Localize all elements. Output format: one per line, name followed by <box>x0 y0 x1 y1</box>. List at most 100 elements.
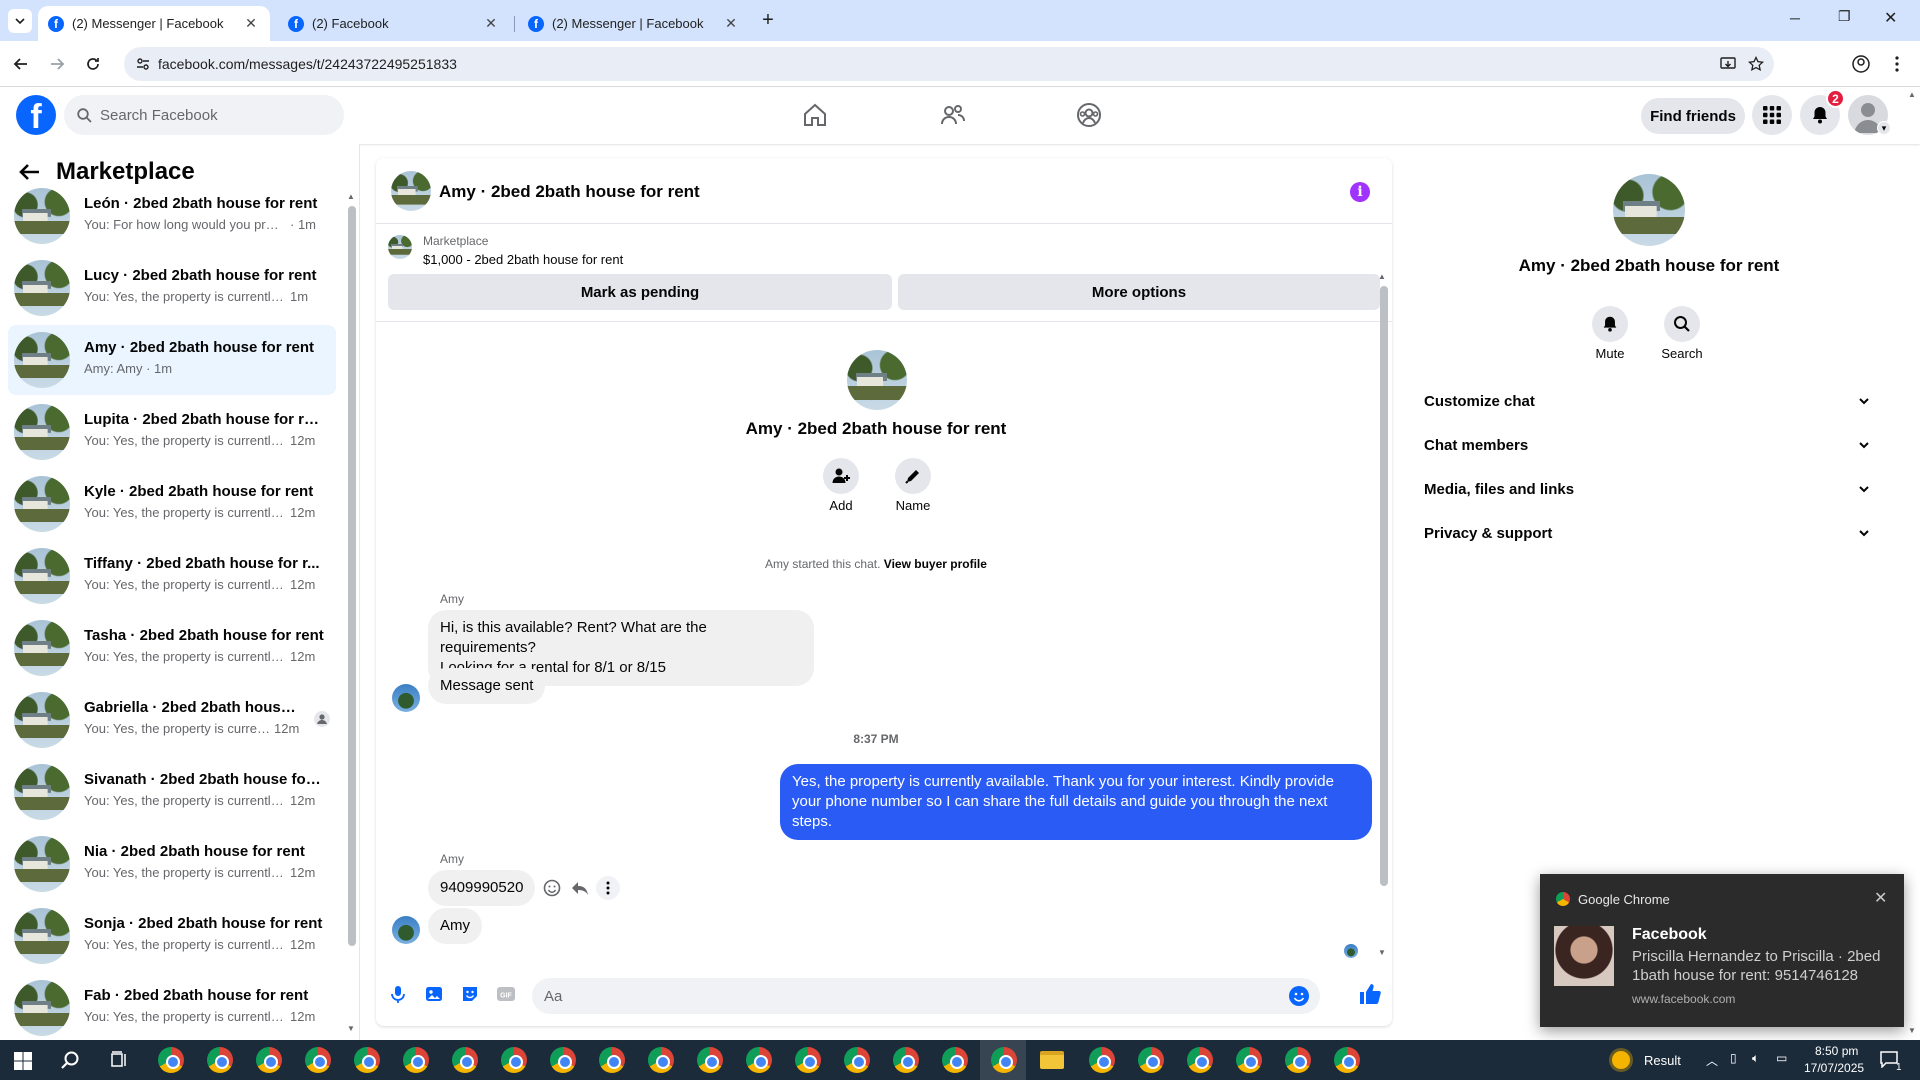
forward-button[interactable] <box>44 51 70 77</box>
groups-nav-button[interactable] <box>1069 95 1109 135</box>
task-view-button[interactable] <box>110 1051 130 1071</box>
chrome-taskbar-icon[interactable] <box>893 1047 919 1073</box>
chat-item[interactable]: Tiffany · 2bed 2bath house for r... You:… <box>8 541 336 611</box>
message-bubble-received[interactable]: Message sent <box>428 668 546 704</box>
chrome-taskbar-icon[interactable] <box>599 1047 625 1073</box>
chat-item[interactable]: Kyle · 2bed 2bath house for rent You: Ye… <box>8 469 336 539</box>
new-tab-button[interactable]: + <box>756 8 780 32</box>
sender-avatar[interactable] <box>392 916 420 944</box>
scroll-up-arrow-icon[interactable]: ▲ <box>347 192 355 201</box>
message-scrollbar[interactable] <box>1380 286 1388 886</box>
start-button[interactable] <box>14 1052 32 1070</box>
volume-icon[interactable]: 🔈︎ <box>1752 1051 1759 1066</box>
message-bubble-received[interactable]: Amy <box>428 908 482 944</box>
bookmark-star-icon[interactable] <box>1748 56 1764 72</box>
listing-title[interactable]: $1,000 - 2bed 2bath house for rent <box>423 252 623 267</box>
mark-as-pending-button[interactable]: Mark as pending <box>388 274 892 310</box>
tray-device-icon[interactable]: ▯ <box>1730 1051 1737 1065</box>
edit-name-button[interactable] <box>895 458 931 494</box>
chrome-taskbar-icon[interactable] <box>354 1047 380 1073</box>
sticker-button[interactable] <box>460 984 482 1006</box>
tray-chevron-icon[interactable]: ︿ <box>1706 1052 1718 1069</box>
media-files-links-section[interactable]: Media, files and links <box>1424 469 1870 509</box>
chat-item[interactable]: Sonja · 2bed 2bath house for rent You: Y… <box>8 901 336 971</box>
scroll-down-arrow-icon[interactable]: ▼ <box>1378 948 1386 957</box>
chat-item[interactable]: Tasha · 2bed 2bath house for rent You: Y… <box>8 613 336 683</box>
chrome-taskbar-icon[interactable] <box>942 1047 968 1073</box>
info-avatar[interactable] <box>1613 174 1685 246</box>
chat-item[interactable]: Fab · 2bed 2bath house for rent You: Yes… <box>8 973 336 1037</box>
more-options-button[interactable]: More options <box>898 274 1380 310</box>
back-button[interactable] <box>8 51 34 77</box>
home-nav-button[interactable] <box>795 95 835 135</box>
chrome-notification[interactable]: Google Chrome ✕ Facebook Priscilla Herna… <box>1540 874 1904 1027</box>
chat-item[interactable]: León · 2bed 2bath house for rent You: Fo… <box>8 181 336 251</box>
scroll-up-arrow-icon[interactable]: ▲ <box>1378 272 1386 281</box>
react-button[interactable] <box>542 878 564 900</box>
url-field[interactable]: facebook.com/messages/t/2424372249525183… <box>124 47 1774 81</box>
chrome-taskbar-icon[interactable] <box>256 1047 282 1073</box>
message-bubble-received[interactable]: 9409990520 <box>428 870 536 906</box>
chrome-taskbar-icon[interactable] <box>1285 1047 1311 1073</box>
facebook-search-input[interactable]: Search Facebook <box>64 95 344 135</box>
gif-button[interactable]: GIF <box>496 984 518 1006</box>
chrome-taskbar-icon[interactable] <box>795 1047 821 1073</box>
privacy-support-section[interactable]: Privacy & support <box>1424 513 1870 553</box>
customize-chat-section[interactable]: Customize chat <box>1424 381 1870 421</box>
close-tab-icon[interactable]: ✕ <box>482 15 500 33</box>
chat-item-selected[interactable]: Amy · 2bed 2bath house for rent Amy: Amy… <box>8 325 336 395</box>
chat-members-section[interactable]: Chat members <box>1424 425 1870 465</box>
site-info-icon[interactable] <box>136 57 150 71</box>
chrome-taskbar-icon[interactable] <box>305 1047 331 1073</box>
chrome-taskbar-icon[interactable] <box>207 1047 233 1073</box>
chat-item[interactable]: Gabriella · 2bed 2bath house f... You: Y… <box>8 685 336 755</box>
minimize-button[interactable]: ─ <box>1790 10 1810 30</box>
message-input[interactable]: Aa <box>532 978 1320 1014</box>
tab-search-button[interactable] <box>8 9 32 33</box>
clock-date[interactable]: 17/07/2025 <box>1804 1061 1864 1075</box>
scroll-down-arrow-icon[interactable]: ▼ <box>347 1024 355 1033</box>
weather-widget[interactable]: Result <box>1612 1049 1702 1071</box>
chrome-taskbar-icon[interactable] <box>158 1047 184 1073</box>
message-more-button[interactable] <box>596 876 620 900</box>
emoji-icon[interactable] <box>1288 985 1310 1007</box>
page-scroll-down-arrow-icon[interactable]: ▼ <box>1908 1026 1916 1035</box>
taskbar-search-button[interactable] <box>60 1050 82 1072</box>
browser-tab-2[interactable]: f (2) Facebook ✕ <box>278 6 510 41</box>
chrome-taskbar-icon[interactable] <box>501 1047 527 1073</box>
close-notification-button[interactable]: ✕ <box>1874 888 1887 908</box>
search-conversation-button[interactable] <box>1664 306 1700 342</box>
friends-nav-button[interactable] <box>933 95 973 135</box>
profile-button[interactable] <box>1848 51 1874 77</box>
add-people-button[interactable] <box>823 458 859 494</box>
chrome-taskbar-icon[interactable] <box>844 1047 870 1073</box>
install-app-icon[interactable] <box>1720 56 1736 72</box>
chat-item[interactable]: Sivanath · 2bed 2bath house for ... You:… <box>8 757 336 827</box>
close-tab-icon[interactable]: ✕ <box>242 15 260 33</box>
chrome-taskbar-icon-active[interactable] <box>991 1047 1017 1073</box>
chrome-taskbar-icon[interactable] <box>550 1047 576 1073</box>
chrome-taskbar-icon[interactable] <box>1334 1047 1360 1073</box>
listing-thumbnail[interactable] <box>388 235 412 259</box>
mute-button[interactable] <box>1592 306 1628 342</box>
attach-photo-button[interactable] <box>424 984 446 1006</box>
chat-item[interactable]: Lucy · 2bed 2bath house for rent You: Ye… <box>8 253 336 323</box>
profile-card-avatar[interactable] <box>847 350 907 410</box>
chrome-taskbar-icon[interactable] <box>403 1047 429 1073</box>
page-scroll-up-arrow-icon[interactable]: ▲ <box>1908 90 1916 99</box>
network-icon[interactable]: ▭ <box>1776 1051 1787 1065</box>
voice-clip-button[interactable] <box>388 984 410 1006</box>
browser-tab-1[interactable]: f (2) Messenger | Facebook ✕ <box>38 6 270 41</box>
find-friends-button[interactable]: Find friends <box>1641 98 1745 134</box>
chat-item[interactable]: Lupita · 2bed 2bath house for rent You: … <box>8 397 336 467</box>
chrome-taskbar-icon[interactable] <box>452 1047 478 1073</box>
conversation-avatar[interactable] <box>391 171 431 211</box>
close-tab-icon[interactable]: ✕ <box>722 15 740 33</box>
chrome-taskbar-icon[interactable] <box>1236 1047 1262 1073</box>
chrome-taskbar-icon[interactable] <box>697 1047 723 1073</box>
message-bubble-sent[interactable]: Yes, the property is currently available… <box>780 764 1372 840</box>
browser-tab-3[interactable]: f (2) Messenger | Facebook ✕ <box>518 6 750 41</box>
chrome-taskbar-icon[interactable] <box>1089 1047 1115 1073</box>
sender-avatar[interactable] <box>392 684 420 712</box>
conversation-title[interactable]: Amy · 2bed 2bath house for rent <box>439 182 700 202</box>
